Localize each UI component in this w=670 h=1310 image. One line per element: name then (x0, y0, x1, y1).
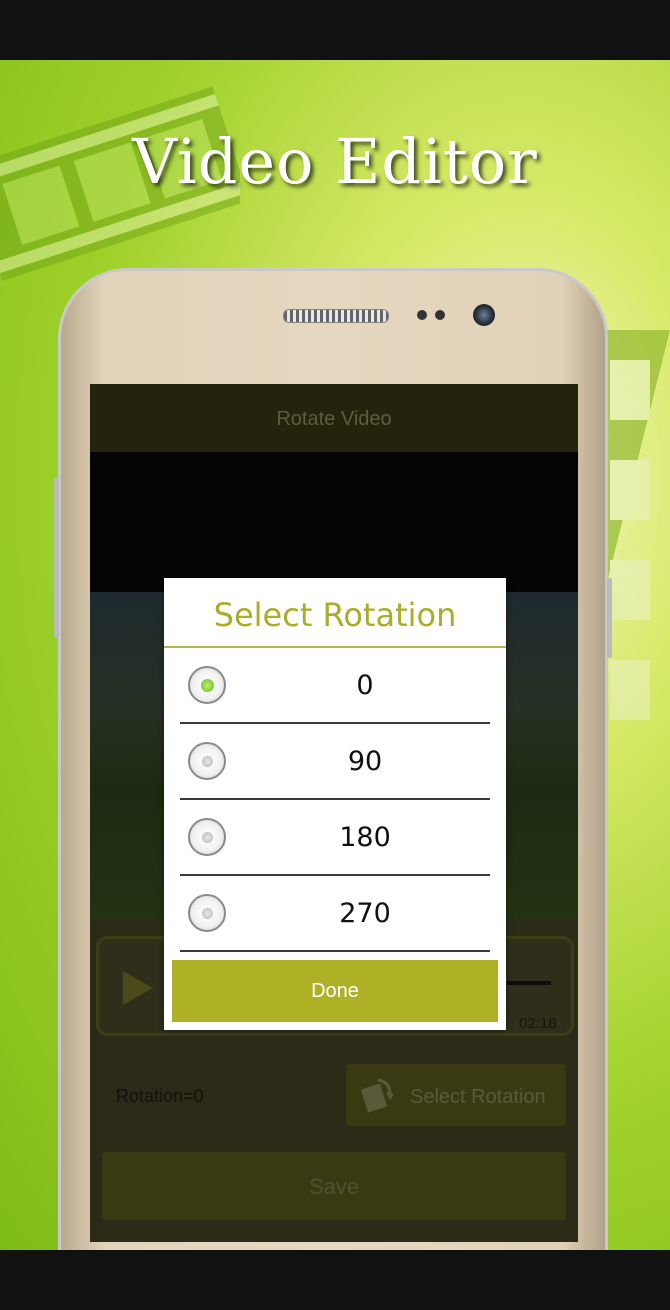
rotation-option-0[interactable]: 0 (180, 650, 490, 724)
play-icon[interactable] (123, 971, 153, 1005)
done-label: Done (311, 980, 359, 1002)
phone-side-button (607, 578, 612, 658)
select-rotation-dialog: Select Rotation 0 90 180 270 Done (164, 578, 506, 1030)
radio-button[interactable] (188, 894, 226, 932)
done-button[interactable]: Done (172, 960, 498, 1022)
option-divider (180, 722, 490, 724)
select-rotation-label: Select Rotation (410, 1086, 546, 1108)
rotation-option-label: 180 (339, 822, 391, 853)
phone-sensor (417, 310, 427, 320)
dialog-title: Select Rotation (213, 596, 457, 634)
radio-button[interactable] (188, 742, 226, 780)
option-divider (180, 950, 490, 952)
rotation-option-label: 90 (347, 746, 383, 777)
promo-title: Video Editor (132, 125, 538, 198)
phone-side-button (54, 478, 59, 638)
rotate-icon (360, 1078, 394, 1113)
save-label: Save (308, 1174, 360, 1199)
dialog-title-divider (164, 646, 506, 648)
save-button[interactable]: Save (102, 1152, 566, 1220)
seek-bar[interactable] (507, 981, 551, 985)
status-bar-background (0, 0, 670, 60)
rotation-option-label: 0 (356, 670, 374, 701)
option-divider (180, 798, 490, 800)
rotation-option-90[interactable]: 90 (180, 726, 490, 800)
rotation-option-label: 270 (339, 898, 391, 929)
radio-button[interactable] (188, 818, 226, 856)
radio-button-checked[interactable] (188, 666, 226, 704)
app-bar-title: Rotate Video (276, 408, 392, 430)
phone-speaker (283, 309, 389, 323)
video-duration: 02:18 (519, 1015, 557, 1032)
navigation-bar-background (0, 1250, 670, 1310)
select-rotation-button[interactable]: Select Rotation (346, 1064, 566, 1126)
front-camera (473, 304, 495, 326)
rotation-option-270[interactable]: 270 (180, 878, 490, 952)
phone-sensor (435, 310, 445, 320)
rotation-status: Rotation=0 (116, 1086, 204, 1106)
app-bar: Rotate Video (90, 384, 578, 452)
rotation-option-180[interactable]: 180 (180, 802, 490, 876)
option-divider (180, 874, 490, 876)
